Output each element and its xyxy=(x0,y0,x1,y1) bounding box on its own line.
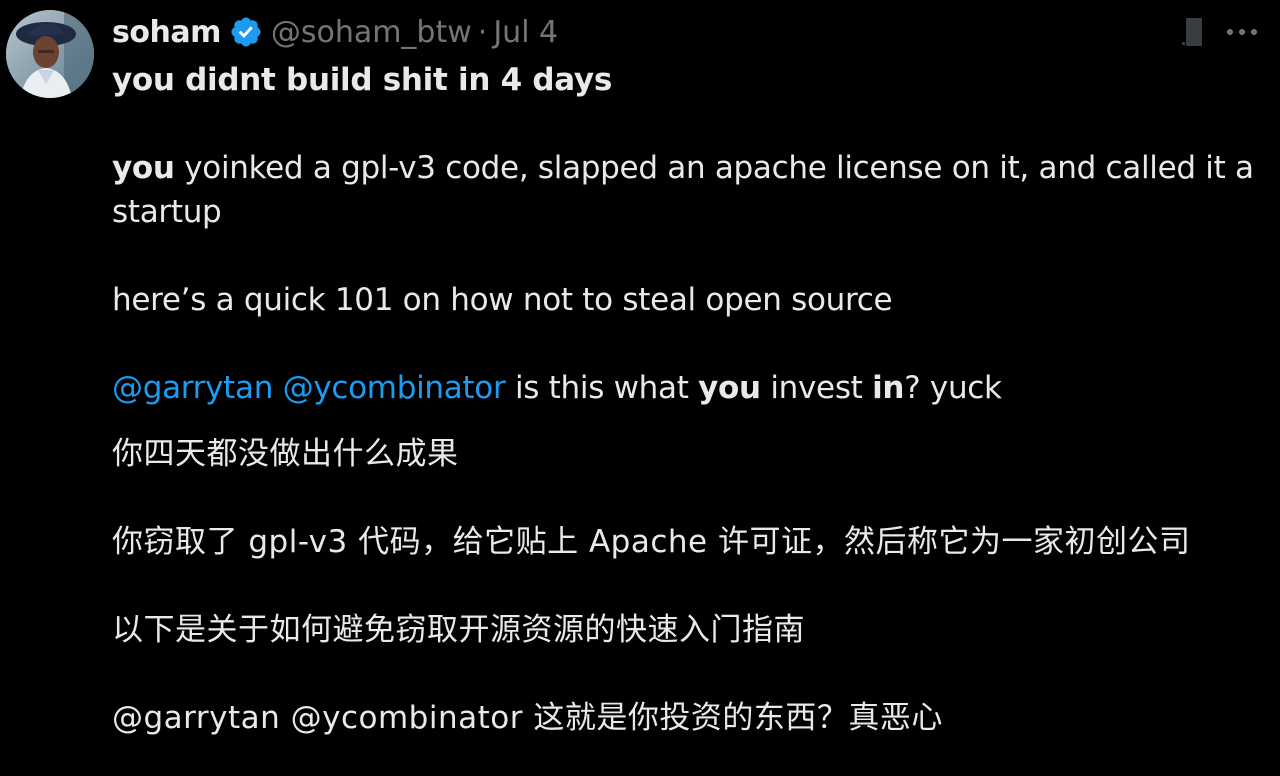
tweet-body: you didnt build shit in 4 days you yoink… xyxy=(112,58,1262,740)
grok-icon[interactable] xyxy=(1182,16,1204,48)
mention-line-text-a: is this what xyxy=(505,370,699,406)
tweet-line-mentions: @garrytan @ycombinator is this what you … xyxy=(112,366,1262,410)
tweet-actions-top xyxy=(1182,16,1260,48)
translation-line-4: @garrytan @ycombinator 这就是你投资的东西？真恶心 xyxy=(112,700,943,736)
mention-ycombinator[interactable]: @ycombinator xyxy=(283,370,506,406)
mention-line-text-c: ? yuck xyxy=(904,370,1002,406)
translation-line-2: 你窃取了 gpl-v3 代码，给它贴上 Apache 许可证，然后称它为一家初创… xyxy=(112,524,1191,560)
mention-garrytan[interactable]: @garrytan xyxy=(112,370,273,406)
avatar-image xyxy=(6,10,94,98)
author-name[interactable]: soham xyxy=(112,15,221,50)
avatar[interactable] xyxy=(6,10,94,98)
mention-line-text-b: invest xyxy=(760,370,873,406)
more-options-icon[interactable] xyxy=(1224,22,1260,42)
bold-word-in: in xyxy=(872,370,905,406)
tweet: soham @soham_btw · Jul 4 you didnt build… xyxy=(0,0,1280,776)
tweet-header: soham @soham_btw · Jul 4 xyxy=(112,12,558,52)
header-separator: · xyxy=(477,14,488,50)
bold-word-you-2: you xyxy=(698,370,761,406)
translation-line-3: 以下是关于如何避免窃取开源资源的快速入门指南 xyxy=(112,612,805,648)
tweet-line-yoinked-text: yoinked a gpl-v3 code, slapped an apache… xyxy=(112,150,1254,230)
author-handle[interactable]: @soham_btw xyxy=(271,15,472,50)
verified-badge-icon xyxy=(231,17,261,47)
bold-word-you: you xyxy=(112,150,175,186)
tweet-date[interactable]: Jul 4 xyxy=(493,15,558,50)
tweet-line-headline: you didnt build shit in 4 days xyxy=(112,62,612,98)
tweet-line-yoinked: you yoinked a gpl-v3 code, slapped an ap… xyxy=(112,146,1262,234)
translation-line-1: 你四天都没做出什么成果 xyxy=(112,436,459,472)
tweet-line-101: here’s a quick 101 on how not to steal o… xyxy=(112,282,893,318)
